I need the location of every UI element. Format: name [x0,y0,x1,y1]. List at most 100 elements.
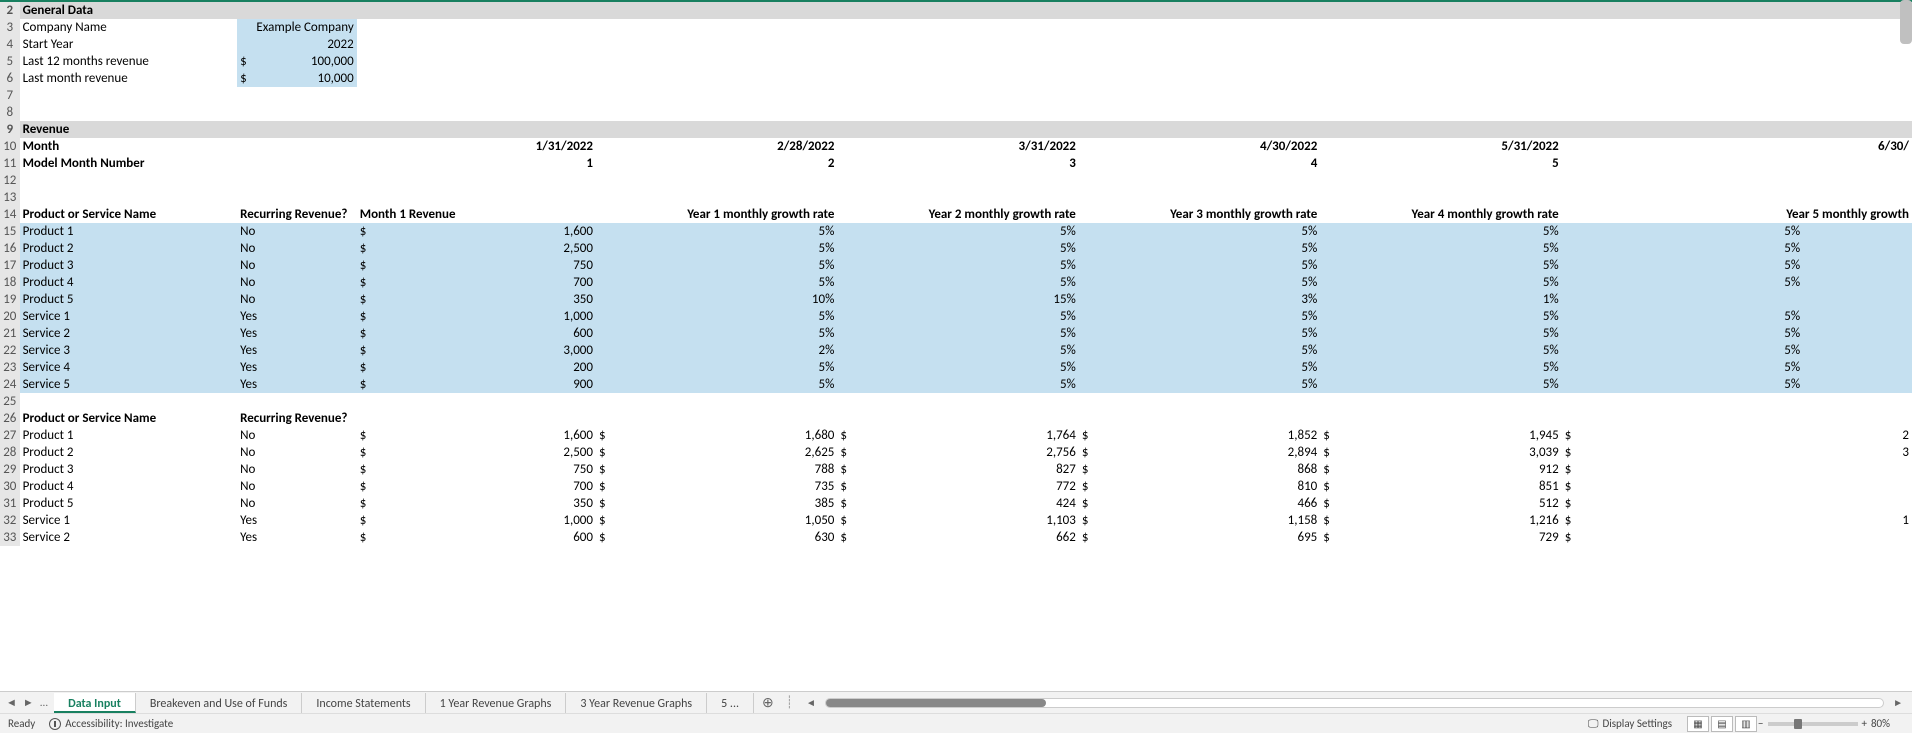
cell-growth[interactable]: 5% [837,223,1078,240]
cell-product-name[interactable]: Product 5 [20,291,238,308]
cell-growth[interactable] [1562,291,1803,308]
cell-recurring[interactable]: Yes [237,529,357,546]
cell-calc[interactable]: $1,103 [837,512,1078,529]
zoom-out-icon[interactable]: − [1758,717,1763,730]
cell-growth[interactable]: 5% [1320,240,1561,257]
sheet-tab[interactable]: 3 Year Revenue Graphs [566,693,707,713]
cell-growth[interactable]: 5% [1320,376,1561,393]
col-m1rev[interactable]: Month 1 Revenue [357,206,596,223]
cell-product-name[interactable]: Product 3 [20,461,238,478]
horizontal-scrollbar[interactable] [825,698,1884,708]
cell-growth[interactable]: 5% [1320,308,1561,325]
cell-growth[interactable]: 2% [596,342,837,359]
cell-recurring[interactable]: No [237,291,357,308]
row-header[interactable]: 18 [0,274,20,291]
cell-modelnum[interactable]: 3 [837,155,1078,172]
cell-calc[interactable]: $1,000 [357,512,596,529]
cell-calc[interactable]: $466 [1079,495,1320,512]
cell-calc[interactable]: $735 [596,478,837,495]
col-productname2[interactable]: Product or Service Name [20,410,238,427]
cell-growth[interactable]: 5% [596,376,837,393]
cell-growth[interactable]: 5% [1562,359,1803,376]
cell-recurring[interactable]: Yes [237,325,357,342]
view-normal-button[interactable]: ▦ [1687,716,1709,732]
cell-growth[interactable]: 5% [837,308,1078,325]
row-header[interactable]: 4 [0,36,20,53]
cell-calc[interactable]: $700 [357,478,596,495]
cell-calc[interactable]: $ [1562,427,1803,444]
cell-growth[interactable]: 5% [837,274,1078,291]
cell-growth[interactable]: 5% [837,325,1078,342]
cell-calc-partial[interactable]: 3 [1803,444,1912,461]
cell-growth[interactable]: 5% [1320,223,1561,240]
cell-m1rev[interactable]: $700 [357,274,596,291]
cell-modelnum[interactable]: 1 [357,155,596,172]
cell-m1rev[interactable]: $1,000 [357,308,596,325]
cell-calc-partial[interactable]: 1 [1803,512,1912,529]
row-header[interactable]: 8 [0,104,20,121]
cell-growth[interactable]: 5% [596,240,837,257]
vertical-scrollbar[interactable] [1900,0,1912,44]
cell-last12-value[interactable]: $100,000 [237,53,357,70]
cell-product-name[interactable]: Service 4 [20,359,238,376]
cell-calc-partial[interactable] [1803,478,1912,495]
cell-calc[interactable]: $ [1562,529,1803,546]
view-pagebreak-button[interactable]: ▥ [1735,716,1757,732]
row-header[interactable]: 5 [0,53,20,70]
cell-growth[interactable]: 5% [1079,308,1320,325]
cell-product-name[interactable]: Product 2 [20,444,238,461]
cell-recurring[interactable]: No [237,240,357,257]
cell-product-name[interactable]: Service 2 [20,529,238,546]
cell-calc[interactable]: $772 [837,478,1078,495]
cell-calc[interactable]: $695 [1079,529,1320,546]
col-y2[interactable]: Year 2 monthly growth rate [837,206,1078,223]
cell-calc[interactable]: $1,680 [596,427,837,444]
hscroll-right-icon[interactable]: ► [1890,696,1906,709]
cell-growth[interactable]: 5% [1562,342,1803,359]
row-header[interactable]: 12 [0,172,20,189]
cell-calc[interactable]: $1,158 [1079,512,1320,529]
cell-recurring[interactable]: No [237,274,357,291]
hscroll-left-icon[interactable]: ◄ [803,696,819,709]
cell-calc[interactable]: $ [1562,478,1803,495]
cell-modelnum[interactable]: 5 [1320,155,1561,172]
sheet-tab[interactable]: Data Input [54,693,136,713]
cell-m1rev[interactable]: $900 [357,376,596,393]
cell-product-name[interactable]: Service 1 [20,308,238,325]
cell-lastmonth-label[interactable]: Last month revenue [20,70,238,87]
cell-calc[interactable]: $662 [837,529,1078,546]
cell-calc[interactable]: $2,756 [837,444,1078,461]
cell-month[interactable]: 4/30/2022 [1079,138,1320,155]
cell-calc[interactable]: $729 [1320,529,1561,546]
cell-calc[interactable]: $810 [1079,478,1320,495]
cell-calc[interactable]: $ [1562,461,1803,478]
cell-growth[interactable]: 5% [1079,376,1320,393]
cell-calc[interactable]: $385 [596,495,837,512]
cell-growth[interactable]: 5% [837,359,1078,376]
cell-recurring[interactable]: Yes [237,512,357,529]
cell-month-label[interactable]: Month [20,138,238,155]
cell-month[interactable]: 2/28/2022 [596,138,837,155]
cell-growth[interactable]: 5% [1320,359,1561,376]
col-y1[interactable]: Year 1 monthly growth rate [596,206,837,223]
hscroll-thumb[interactable] [826,699,1046,707]
row-header[interactable]: 3 [0,19,20,36]
cell-m1rev[interactable]: $200 [357,359,596,376]
cell-growth[interactable]: 5% [596,359,837,376]
row-header[interactable]: 20 [0,308,20,325]
row-header[interactable]: 19 [0,291,20,308]
cell-calc[interactable]: $912 [1320,461,1561,478]
cell-growth[interactable]: 5% [1320,342,1561,359]
cell-growth[interactable]: 5% [596,308,837,325]
col-y5[interactable]: Year 5 monthly growth [1562,206,1912,223]
zoom-control[interactable]: − + 80% [1758,717,1890,730]
cell-recurring[interactable]: No [237,427,357,444]
cell-calc[interactable]: $827 [837,461,1078,478]
row-header[interactable]: 9 [0,121,20,138]
row-header[interactable]: 17 [0,257,20,274]
cell-calc[interactable]: $600 [357,529,596,546]
cell-product-name[interactable]: Product 2 [20,240,238,257]
cell-growth[interactable]: 5% [1562,325,1803,342]
cell-product-name[interactable]: Service 3 [20,342,238,359]
row-header[interactable]: 31 [0,495,20,512]
